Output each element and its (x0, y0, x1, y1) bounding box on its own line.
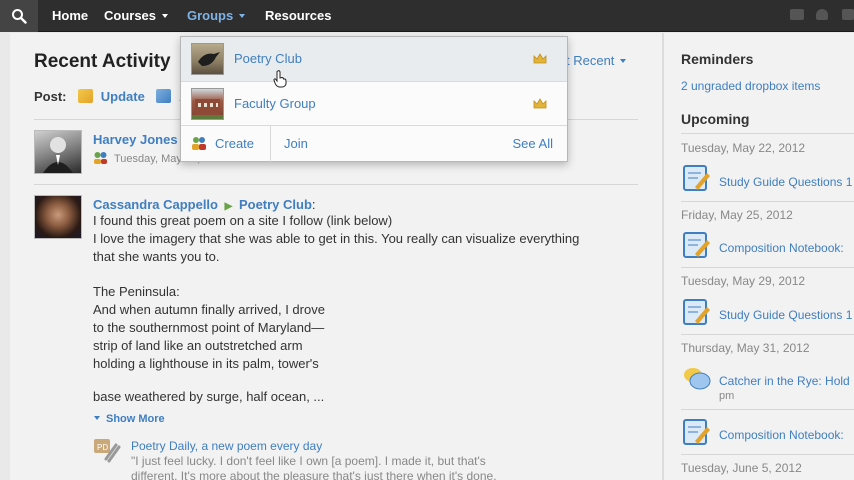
crown-icon (533, 98, 547, 109)
event-title[interactable]: Study Guide Questions 1 (719, 175, 852, 189)
post-line: I found this great poem on a site I foll… (93, 213, 393, 228)
chevron-down-icon (239, 13, 246, 18)
divider (34, 184, 638, 185)
event-date: Tuesday, May 29, 2012 (681, 274, 806, 288)
event-date: Thursday, May 31, 2012 (681, 341, 810, 355)
nav-groups-label: Groups (187, 8, 234, 23)
post-line: that she wants you to. (93, 249, 220, 264)
event-time: pm (719, 390, 735, 402)
post-line: And when autumn finally arrived, I drove (93, 302, 325, 317)
chevron-down-icon (162, 13, 169, 18)
event-date: Tuesday, May 22, 2012 (681, 141, 806, 155)
group-thumbnail (191, 43, 224, 75)
group-item-faculty-group[interactable]: Faculty Group (181, 82, 567, 126)
post-bar: Post: Update As (34, 89, 196, 104)
reminders-heading: Reminders (681, 51, 754, 67)
post-label: Post: (34, 89, 67, 104)
join-group-button[interactable]: Join (284, 136, 308, 151)
update-icon (78, 89, 94, 103)
event-date: Friday, May 25, 2012 (681, 208, 793, 222)
show-more-label: Show More (106, 413, 165, 425)
group-name: Faculty Group (234, 96, 316, 111)
link-quote-line: different. It's more about the pleasure … (131, 469, 497, 480)
dropdown-footer: Create Join See All (181, 125, 567, 162)
event-title[interactable]: Study Guide Questions 1 (719, 308, 852, 322)
divider (681, 409, 854, 410)
divider (681, 454, 854, 455)
nav-groups[interactable]: Groups (187, 0, 246, 32)
divider (681, 133, 854, 134)
svg-text:PD: PD (97, 443, 108, 452)
assignment-icon (683, 232, 710, 258)
hand-cursor-icon (273, 70, 287, 88)
mail-icon[interactable] (790, 9, 804, 20)
search-icon (12, 9, 27, 24)
link-quote-line: "I just feel lucky. I don't feel like I … (131, 454, 486, 468)
nav-home[interactable]: Home (52, 0, 88, 32)
sort-dropdown[interactable]: t Recent (566, 53, 627, 68)
chevron-down-icon (94, 416, 100, 421)
divider (681, 201, 854, 202)
event-title[interactable]: Composition Notebook: (719, 241, 844, 255)
top-nav-bar: Home Courses Groups Resources (0, 0, 854, 32)
show-more-link[interactable]: Show More (94, 413, 165, 425)
divider (681, 267, 854, 268)
event-title[interactable]: Catcher in the Rye: Hold (719, 374, 850, 388)
post-line: The Peninsula: (93, 284, 180, 299)
footer-divider (270, 125, 271, 162)
settings-icon[interactable] (842, 9, 854, 20)
sort-label: t Recent (566, 53, 615, 68)
group-icon (94, 152, 107, 164)
post-group[interactable]: Poetry Club (239, 197, 312, 212)
user-icon[interactable] (816, 9, 828, 20)
person-photo (43, 137, 73, 173)
arrow-right-icon: ▶ (224, 201, 233, 212)
group-item-poetry-club[interactable]: Poetry Club (181, 37, 567, 81)
building-icon (192, 99, 223, 119)
chevron-down-icon (620, 58, 627, 63)
app-window: Home Courses Groups Resources Recent Act… (0, 0, 854, 480)
link-title[interactable]: Poetry Daily, a new poem every day (131, 439, 322, 453)
nav-resources[interactable]: Resources (265, 0, 331, 32)
create-group-button[interactable]: Create (215, 136, 254, 151)
crown-icon (533, 53, 547, 64)
post-header: Cassandra Cappello ▶ Poetry Club: (93, 197, 316, 212)
nav-courses[interactable]: Courses (104, 0, 169, 32)
avatar (34, 195, 82, 239)
bird-icon (198, 52, 220, 66)
divider (681, 334, 854, 335)
see-all-groups-link[interactable]: See All (513, 136, 553, 151)
right-sidebar: Reminders 2 ungraded dropbox items Upcom… (664, 33, 854, 480)
post-line: I love the imagery that she was able to … (93, 231, 580, 246)
assignment-icon (683, 299, 710, 325)
page-title: Recent Activity (34, 51, 171, 72)
post-author[interactable]: Harvey Jones (93, 132, 178, 147)
update-button[interactable]: Update (101, 89, 145, 104)
group-name: Poetry Club (234, 51, 302, 66)
post-line: to the southernmost point of Maryland— (93, 320, 325, 335)
assignment-icon (683, 165, 710, 191)
event-title[interactable]: Composition Notebook: (719, 428, 844, 442)
group-thumbnail (191, 88, 224, 120)
colon-separator: : (311, 197, 316, 212)
reminders-link[interactable]: 2 ungraded dropbox items (681, 79, 820, 93)
link-icon: PD (94, 439, 121, 463)
post-line: holding a lighthouse in its palm, tower'… (93, 356, 319, 371)
post-line: strip of land like an outstretched arm (93, 338, 303, 353)
groups-dropdown-menu: Poetry Club Faculty Group Create Join Se… (180, 36, 568, 162)
post-author[interactable]: Cassandra Cappello (93, 197, 218, 212)
create-group-icon (192, 137, 206, 150)
assignment-icon (683, 419, 710, 445)
assignment-icon (156, 89, 172, 103)
post-line: base weathered by surge, half ocean, ... (93, 389, 325, 404)
nav-courses-label: Courses (104, 8, 157, 23)
discussion-icon (684, 368, 711, 390)
event-date: Tuesday, June 5, 2012 (681, 461, 802, 475)
avatar (34, 130, 82, 174)
search-button[interactable] (0, 0, 38, 32)
upcoming-heading: Upcoming (681, 111, 750, 127)
